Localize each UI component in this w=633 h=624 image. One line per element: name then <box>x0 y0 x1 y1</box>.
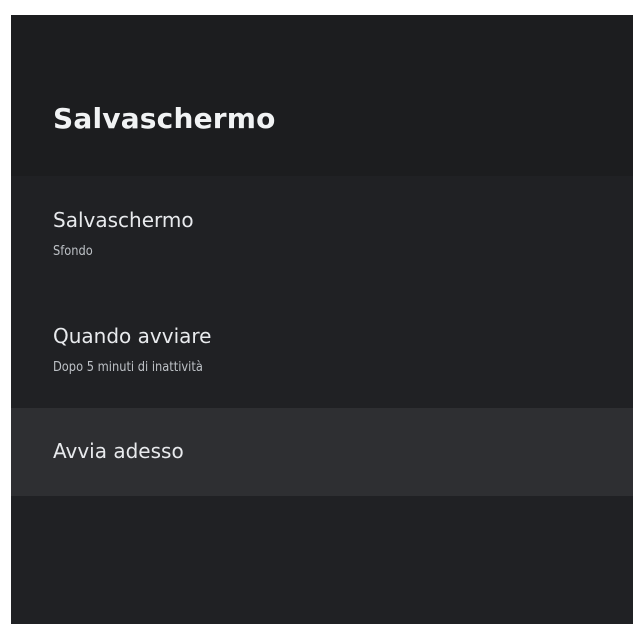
start-now-option[interactable]: Avvia adesso <box>11 408 633 496</box>
when-to-start-option-title: Quando avviare <box>53 324 212 348</box>
screensaver-option-value: Sfondo <box>53 244 93 259</box>
settings-list: Salvaschermo Sfondo Quando avviare Dopo … <box>11 176 633 496</box>
settings-header: Salvaschermo <box>11 15 633 176</box>
screensaver-settings-screen: Salvaschermo Salvaschermo Sfondo Quando … <box>11 15 633 624</box>
when-to-start-option-value: Dopo 5 minuti di inattività <box>53 360 203 375</box>
when-to-start-option[interactable]: Quando avviare Dopo 5 minuti di inattivi… <box>11 292 633 408</box>
page-title: Salvaschermo <box>53 102 276 135</box>
screensaver-option[interactable]: Salvaschermo Sfondo <box>11 176 633 292</box>
start-now-option-title: Avvia adesso <box>53 439 184 463</box>
screensaver-option-title: Salvaschermo <box>53 208 194 232</box>
